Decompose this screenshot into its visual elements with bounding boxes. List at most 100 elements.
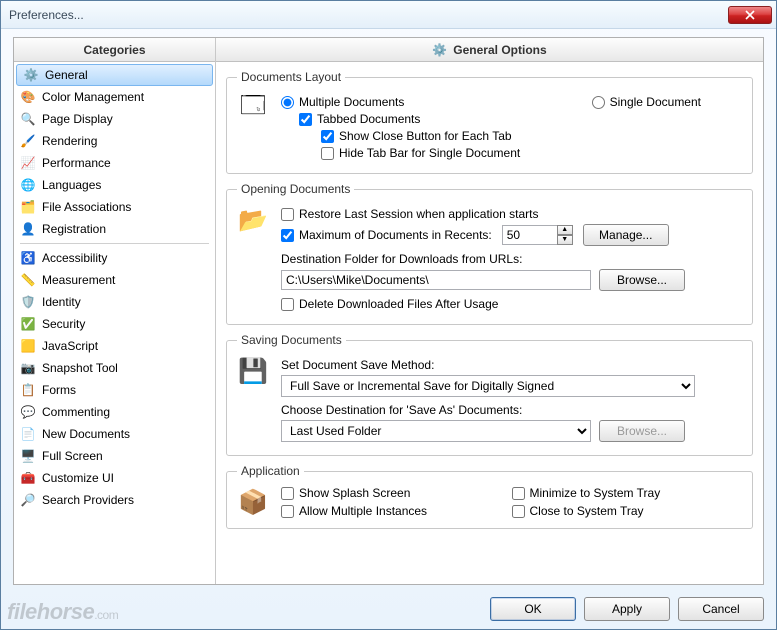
show-close-button-input[interactable] <box>321 130 334 143</box>
cancel-button[interactable]: Cancel <box>678 597 764 621</box>
browse-download-button[interactable]: Browse... <box>599 269 685 291</box>
manage-button[interactable]: Manage... <box>583 224 669 246</box>
minimize-tray-input[interactable] <box>512 487 525 500</box>
sidebar-item-color-management[interactable]: 🎨Color Management <box>14 86 215 108</box>
max-recents-checkbox[interactable]: Maximum of Documents in Recents: <box>281 228 492 242</box>
show-close-button-checkbox[interactable]: Show Close Button for Each Tab <box>321 129 512 143</box>
tabbed-documents-checkbox[interactable]: Tabbed Documents <box>299 112 420 126</box>
sidebar-item-label: Identity <box>42 295 81 309</box>
sidebar-item-languages[interactable]: 🌐 Languages <box>14 174 215 196</box>
delete-downloaded-checkbox[interactable]: Delete Downloaded Files After Usage <box>281 297 498 311</box>
category-list: ⚙️General🎨Color Management 🔍 Page Display 🖌… <box>14 62 215 584</box>
opening-documents-legend: Opening Documents <box>237 182 354 196</box>
watermark: filehorse.com <box>7 599 118 625</box>
javascript-icon: 🟨 <box>20 338 36 354</box>
max-recents-input[interactable] <box>281 229 294 242</box>
window-title: Preferences... <box>9 8 728 22</box>
sidebar-item-search-providers[interactable]: 🔎Search Providers <box>14 489 215 511</box>
customize-ui-icon: 🧰 <box>20 470 36 486</box>
download-destination-label: Destination Folder for Downloads from UR… <box>281 252 522 266</box>
sidebar-item-registration[interactable]: 👤 Registration <box>14 218 215 240</box>
restore-session-input[interactable] <box>281 208 294 221</box>
languages-icon: 🌐 <box>20 177 36 193</box>
tabbed-documents-input[interactable] <box>299 113 312 126</box>
accessibility-icon: ♿ <box>20 250 36 266</box>
single-document-radio[interactable]: Single Document <box>592 95 701 109</box>
new-documents-icon: 📄 <box>20 426 36 442</box>
sidebar-item-accessibility[interactable]: ♿ Accessibility <box>14 247 215 269</box>
max-recents-spin-up[interactable]: ▲ <box>557 225 573 235</box>
close-icon <box>745 10 755 20</box>
sidebar-item-label: Full Screen <box>42 449 103 463</box>
sidebar-item-commenting[interactable]: 💬 Commenting <box>14 401 215 423</box>
sidebar-item-security[interactable]: ✅Security <box>14 313 215 335</box>
sidebar-item-label: Performance <box>42 156 111 170</box>
sidebar-divider <box>20 243 209 244</box>
close-button[interactable] <box>728 6 772 24</box>
close-tray-checkbox[interactable]: Close to System Tray <box>512 504 743 518</box>
performance-icon: 📈 <box>20 155 36 171</box>
restore-session-checkbox[interactable]: Restore Last Session when application st… <box>281 207 538 221</box>
sidebar-item-performance[interactable]: 📈 Performance <box>14 152 215 174</box>
single-document-radio-input[interactable] <box>592 96 605 109</box>
sidebar-item-label: Customize UI <box>42 471 114 485</box>
ok-button[interactable]: OK <box>490 597 576 621</box>
identity-icon: 🛡️ <box>20 294 36 310</box>
sidebar-item-label: Security <box>42 317 85 331</box>
allow-multiple-checkbox[interactable]: Allow Multiple Instances <box>281 504 512 518</box>
documents-layout-group: Documents Layout 🗔 Multiple Documents <box>226 70 753 174</box>
rendering-icon: 🖌️ <box>20 133 36 149</box>
application-icon: 📦 <box>237 486 269 518</box>
search-providers-icon: 🔎 <box>20 492 36 508</box>
apply-button[interactable]: Apply <box>584 597 670 621</box>
hide-tab-bar-input[interactable] <box>321 147 334 160</box>
file-associations-icon: 🗂️ <box>20 199 36 215</box>
sidebar-item-snapshot-tool[interactable]: 📷Snapshot Tool <box>14 357 215 379</box>
sidebar-item-label: Registration <box>42 222 106 236</box>
saveas-dest-label: Choose Destination for 'Save As' Documen… <box>281 403 522 417</box>
browse-saveas-button: Browse... <box>599 420 685 442</box>
sidebar-item-label: General <box>45 68 88 82</box>
commenting-icon: 💬 <box>20 404 36 420</box>
close-tray-input[interactable] <box>512 505 525 518</box>
delete-downloaded-input[interactable] <box>281 298 294 311</box>
main-panel: ⚙️ General Options Documents Layout 🗔 Mu… <box>216 38 763 584</box>
minimize-tray-checkbox[interactable]: Minimize to System Tray <box>512 486 743 500</box>
multiple-documents-radio-input[interactable] <box>281 96 294 109</box>
download-destination-input[interactable] <box>281 270 591 290</box>
sidebar-item-label: Languages <box>42 178 101 192</box>
save-method-label: Set Document Save Method: <box>281 358 434 372</box>
sidebar-item-new-documents[interactable]: 📄New Documents <box>14 423 215 445</box>
sidebar-item-measurement[interactable]: 📏Measurement <box>14 269 215 291</box>
saveas-dest-combo[interactable]: Last Used Folder <box>281 420 591 442</box>
sidebar-item-label: Accessibility <box>42 251 107 265</box>
show-splash-input[interactable] <box>281 487 294 500</box>
saving-documents-icon: 💾 <box>237 355 269 387</box>
sidebar-header: Categories <box>14 38 215 62</box>
titlebar: Preferences... <box>1 1 776 29</box>
max-recents-spin-down[interactable]: ▼ <box>557 235 573 245</box>
sidebar-item-javascript[interactable]: 🟨 JavaScript <box>14 335 215 357</box>
sidebar-item-customize-ui[interactable]: 🧰 Customize UI <box>14 467 215 489</box>
main-body: Documents Layout 🗔 Multiple Documents <box>216 62 763 584</box>
allow-multiple-input[interactable] <box>281 505 294 518</box>
sidebar-item-label: Commenting <box>42 405 110 419</box>
sidebar-item-label: Color Management <box>42 90 144 104</box>
sidebar-item-label: JavaScript <box>42 339 98 353</box>
sidebar: Categories ⚙️General🎨Color Management 🔍 Pa… <box>14 38 216 584</box>
multiple-documents-radio[interactable]: Multiple Documents <box>281 95 404 109</box>
sidebar-item-rendering[interactable]: 🖌️Rendering <box>14 130 215 152</box>
registration-icon: 👤 <box>20 221 36 237</box>
sidebar-item-page-display[interactable]: 🔍 Page Display <box>14 108 215 130</box>
show-splash-checkbox[interactable]: Show Splash Screen <box>281 486 512 500</box>
sidebar-item-full-screen[interactable]: 🖥️Full Screen <box>14 445 215 467</box>
sidebar-item-forms[interactable]: 📋Forms <box>14 379 215 401</box>
sidebar-item-general[interactable]: ⚙️General <box>16 64 213 86</box>
page-display-icon: 🔍 <box>20 111 36 127</box>
sidebar-item-label: Page Display <box>42 112 113 126</box>
sidebar-item-identity[interactable]: 🛡️ Identity <box>14 291 215 313</box>
hide-tab-bar-checkbox[interactable]: Hide Tab Bar for Single Document <box>321 146 520 160</box>
max-recents-value[interactable] <box>502 225 558 245</box>
save-method-combo[interactable]: Full Save or Incremental Save for Digita… <box>281 375 695 397</box>
sidebar-item-file-associations[interactable]: 🗂️File Associations <box>14 196 215 218</box>
